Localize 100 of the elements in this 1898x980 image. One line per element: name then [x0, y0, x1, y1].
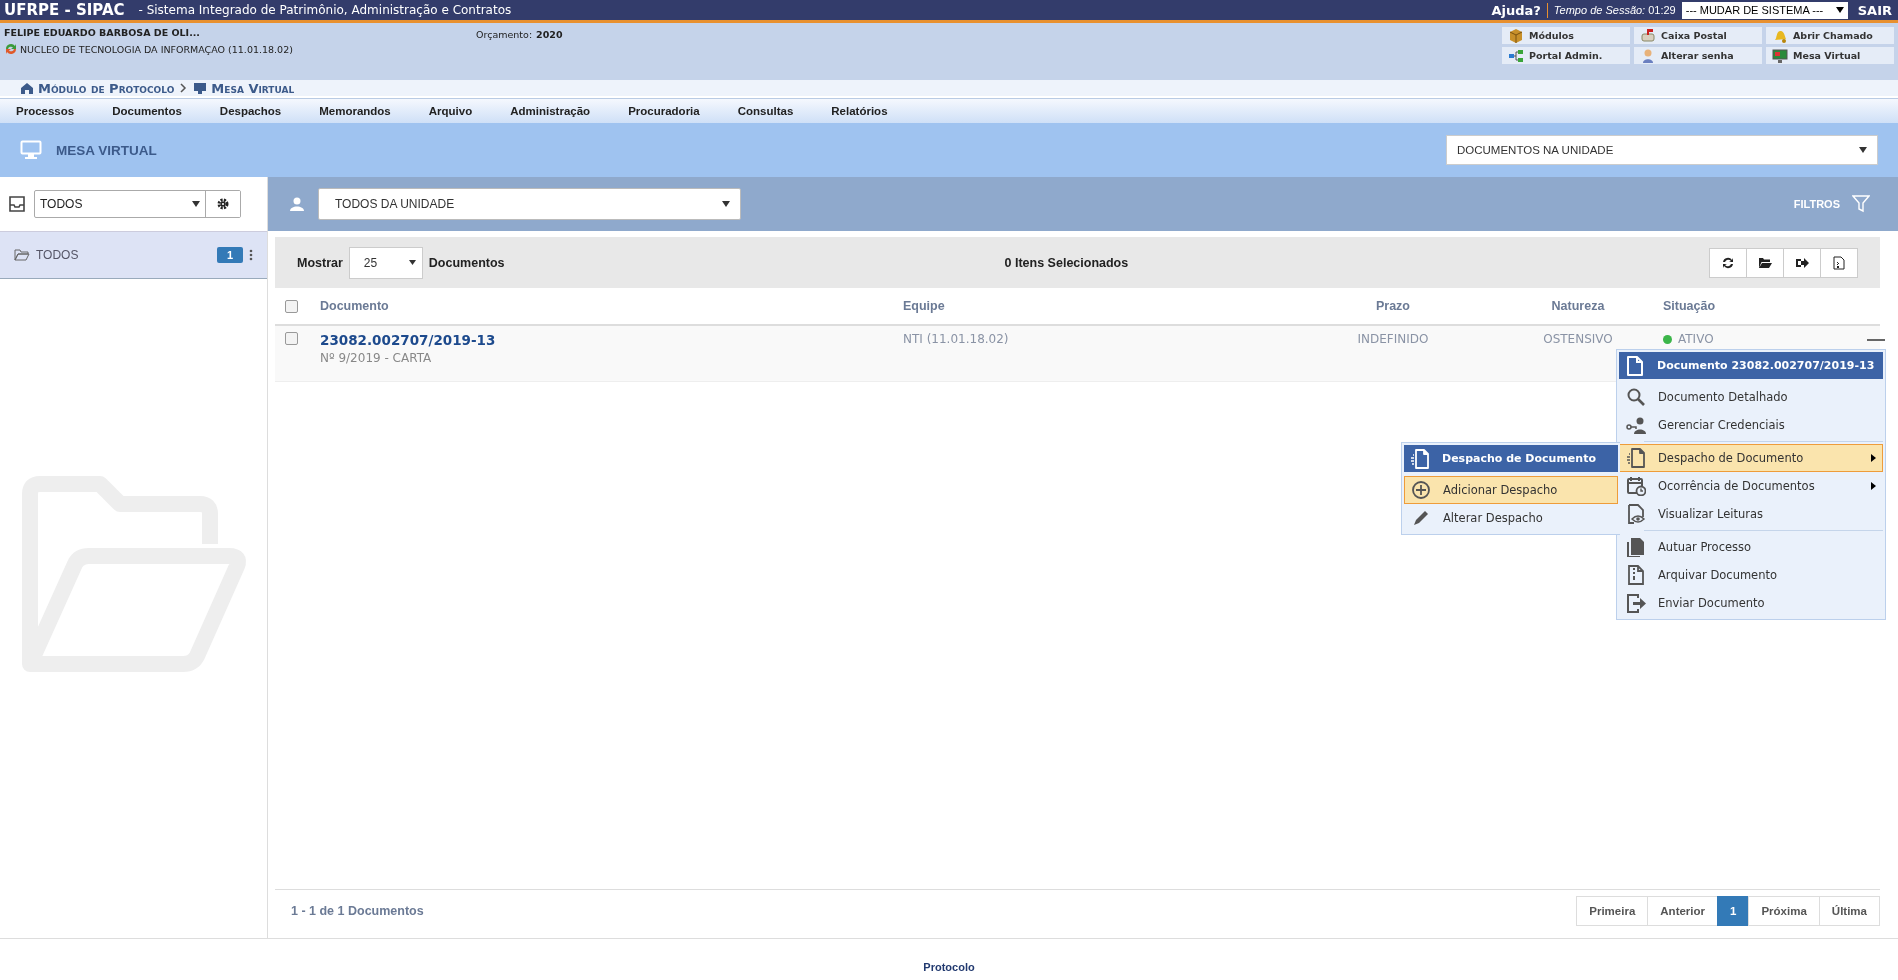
person-icon: [1640, 47, 1656, 64]
caret-icon: [1859, 147, 1867, 153]
column-header: Natureza: [1550, 299, 1606, 313]
status-text: ATIVO: [1678, 332, 1714, 346]
table-cell: NTI (11.01.18.02): [903, 332, 1009, 346]
row-checkbox[interactable]: [285, 332, 298, 345]
menu-item[interactable]: Alterar Despacho: [1404, 504, 1618, 532]
settings-icon: [217, 198, 229, 210]
folder-item[interactable]: TODOS 1: [0, 232, 267, 279]
calendar-clock-icon: [1626, 476, 1646, 496]
monitor-icon: [20, 140, 42, 160]
key-user-icon: [1626, 415, 1646, 435]
menu-item[interactable]: Adicionar Despacho: [1404, 476, 1618, 504]
monitor-icon: [193, 81, 208, 95]
exit-icon: [1795, 255, 1809, 270]
menu-item[interactable]: Enviar Documento: [1619, 589, 1883, 617]
menu-header: Documento 23082.002707/2019-13: [1619, 352, 1883, 379]
menu-header: Despacho de Documento: [1404, 445, 1618, 472]
pagination-summary: 1 - 1 de 1 Documentos: [291, 904, 424, 918]
table-cell-text: OSTENSIVO: [1542, 332, 1614, 346]
menu-item[interactable]: Visualizar Leituras: [1619, 500, 1883, 528]
network-icon: [1508, 47, 1524, 64]
document-icon: [1626, 448, 1646, 468]
system-subtitle: - Sistema Integrado de Patrimônio, Administração e Contratos: [138, 3, 512, 17]
documents-icon: [1626, 537, 1646, 557]
budget-text: Orçamento: 2020: [476, 28, 563, 40]
system-select[interactable]: --- MUDAR DE SISTEMA ---: [1681, 1, 1848, 19]
pencil-icon: [1411, 508, 1431, 528]
menu-item[interactable]: Consultas: [727, 105, 809, 117]
inbox-icon: [8, 196, 26, 212]
mailbox-icon: [1640, 27, 1656, 44]
help-link[interactable]: Ajuda?: [1485, 2, 1548, 18]
menu-item[interactable]: Despacho de Documento: [1619, 444, 1883, 472]
shortcut-button[interactable]: Alterar senha: [1634, 47, 1762, 64]
menu-item[interactable]: Documentos: [102, 105, 197, 117]
system-title: UFRPE - SIPAC: [3, 1, 126, 19]
search-icon: [1626, 387, 1646, 407]
menu-item[interactable]: Processos: [6, 105, 90, 117]
document-link[interactable]: 23082.002707/2019-13: [320, 332, 903, 348]
unit-name: NUCLEO DE TECNOLOGIA DA INFORMAÇAO (11.01.18.02): [20, 43, 293, 55]
toolbar-button[interactable]: [1783, 247, 1821, 278]
caret-icon: [408, 260, 416, 265]
user-name: FELIPE EDUARDO BARBOSA DE OLI...: [4, 27, 201, 38]
menu-item[interactable]: Administração: [500, 105, 606, 117]
folder-icon: [1758, 255, 1772, 270]
caret-icon: [192, 201, 200, 207]
menu-item[interactable]: Arquivar Documento: [1619, 561, 1883, 589]
menu-item[interactable]: Gerenciar Credenciais: [1619, 411, 1883, 439]
add-icon: [1411, 480, 1431, 500]
folder-label: TODOS: [36, 248, 80, 262]
page-button[interactable]: Última: [1818, 896, 1880, 926]
folder-icon: [14, 249, 30, 261]
more-icon[interactable]: [249, 249, 253, 261]
menu-item[interactable]: Procuradoria: [618, 105, 715, 117]
breadcrumb-link[interactable]: Módulo de Protocolo: [20, 80, 175, 96]
document-icon: [1625, 355, 1645, 376]
shortcut-button[interactable]: Caixa Postal: [1634, 27, 1762, 44]
column-header: Documento: [320, 299, 390, 313]
column-header: Situação: [1663, 299, 1717, 313]
zip-document-icon: [1626, 565, 1646, 585]
menu-item[interactable]: Documento Detalhado: [1619, 383, 1883, 411]
session-label: Tempo de Sessão:: [1553, 4, 1646, 16]
footer-link[interactable]: Protocolo: [923, 961, 975, 973]
page-button[interactable]: Próxima: [1748, 896, 1820, 926]
shortcut-button[interactable]: Portal Admin.: [1502, 47, 1630, 64]
menu-item[interactable]: Memorandos: [309, 105, 406, 117]
menu-item[interactable]: Ocorrência de Documentos: [1619, 472, 1883, 500]
page-size-select[interactable]: 25: [348, 246, 423, 279]
page-button[interactable]: Primeira: [1576, 896, 1649, 926]
user-select[interactable]: TODOS DA UNIDADE: [318, 188, 741, 220]
chevron-icon: [180, 83, 188, 93]
exit-icon: [1626, 593, 1646, 613]
menu-item[interactable]: Despachos: [209, 105, 297, 117]
menu-item[interactable]: Autuar Processo: [1619, 533, 1883, 561]
select-all-checkbox[interactable]: [285, 299, 298, 313]
view-select[interactable]: DOCUMENTOS NA UNIDADE: [1446, 135, 1878, 165]
toolbar-button[interactable]: [1709, 247, 1747, 278]
logout-link[interactable]: SAIR: [1847, 2, 1898, 18]
page-button[interactable]: Anterior: [1647, 896, 1719, 926]
menu-item[interactable]: Relatórios: [821, 105, 903, 117]
monitor-icon: [1772, 47, 1788, 64]
selection-count: 0 Itens Selecionados: [1004, 255, 1129, 270]
menu-item[interactable]: Arquivo: [418, 105, 488, 117]
session-time: 01:29: [1648, 4, 1676, 16]
table-cell-text: INDEFINIDO: [1356, 332, 1430, 346]
document-description: Nº 9/2019 - CARTA: [320, 351, 433, 365]
filter-icon: [1852, 195, 1870, 213]
column-header: Equipe: [903, 299, 946, 313]
count-badge: 1: [216, 247, 243, 263]
refresh-icon: [1721, 255, 1735, 270]
documents-label: Documentos: [428, 255, 505, 270]
user-icon: [290, 197, 304, 211]
shortcut-button[interactable]: Módulos: [1502, 27, 1630, 44]
shortcut-button[interactable]: Abrir Chamado: [1766, 27, 1894, 44]
page-button[interactable]: 1: [1717, 896, 1750, 926]
breadcrumb-link[interactable]: Mesa Virtual: [193, 80, 295, 96]
toolbar-button[interactable]: [1746, 247, 1784, 278]
show-label: Mostrar: [297, 255, 343, 270]
shortcut-button[interactable]: Mesa Virtual: [1766, 47, 1894, 64]
caret-icon: [722, 201, 730, 207]
